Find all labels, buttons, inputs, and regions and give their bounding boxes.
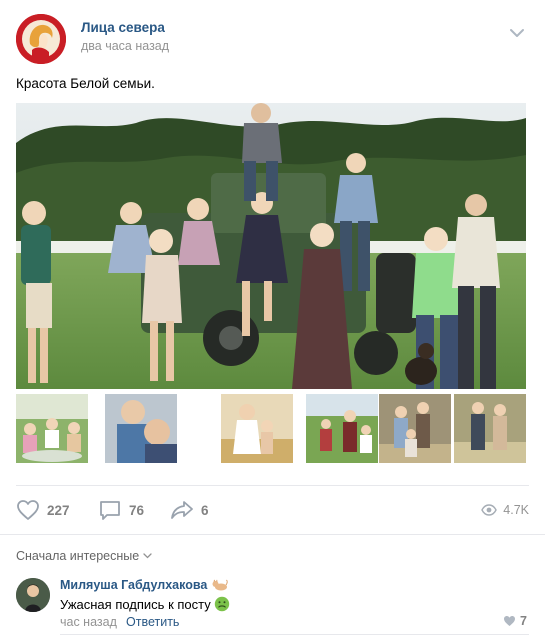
reply-button[interactable]: Ответить — [126, 615, 179, 629]
comment-like-count: 7 — [520, 614, 527, 628]
comment-count: 76 — [129, 502, 145, 518]
photo-thumbnails — [16, 394, 526, 463]
views-count: 4.7K — [503, 503, 529, 517]
post-header: Лица севера два часа назад — [16, 14, 529, 64]
group-name[interactable]: Лица севера — [81, 20, 165, 35]
heart-icon — [17, 500, 39, 520]
comment-author-name: Миляуша Габдулхакова — [60, 578, 208, 592]
share-button[interactable]: 6 — [170, 496, 209, 524]
divider — [16, 485, 529, 486]
thumbnail-photo[interactable] — [221, 394, 293, 463]
views-counter: 4.7K — [481, 496, 529, 524]
sort-label: Сначала интересные — [16, 549, 140, 563]
chevron-down-icon — [143, 553, 152, 559]
comment-like-button[interactable]: 7 — [503, 614, 527, 628]
like-button[interactable]: 227 — [16, 496, 70, 524]
nauseated-face-icon — [214, 596, 229, 612]
thumbnail-photo[interactable] — [454, 394, 526, 463]
thumbnail-photo[interactable] — [306, 394, 378, 463]
comment-timestamp[interactable]: час назад — [60, 615, 117, 629]
chevron-down-icon[interactable] — [509, 26, 525, 40]
cat-icon — [212, 579, 229, 591]
comment-author[interactable]: Миляуша Габдулхакова — [60, 578, 229, 592]
like-count: 227 — [47, 502, 70, 518]
avatar[interactable] — [16, 578, 50, 612]
divider — [60, 634, 529, 635]
comment-body: Ужасная подпись к посту — [60, 596, 211, 612]
post-actions: 227 76 6 4.7K — [16, 496, 529, 524]
comment-icon — [100, 501, 120, 520]
share-count: 6 — [201, 502, 209, 518]
main-photo[interactable] — [16, 103, 526, 389]
share-icon — [171, 501, 193, 519]
thumbnail-photo[interactable] — [16, 394, 88, 463]
group-avatar[interactable] — [16, 14, 66, 64]
post-text: Красота Белой семьи. — [16, 76, 155, 91]
comment-text: Ужасная подпись к посту — [60, 596, 230, 612]
comment-item: Миляуша Габдулхакова Ужасная подпись к п… — [16, 576, 529, 632]
comment-button[interactable]: 76 — [98, 496, 144, 524]
post-timestamp[interactable]: два часа назад — [81, 39, 169, 53]
thumbnail-photo[interactable] — [105, 394, 177, 463]
divider — [0, 534, 545, 535]
eye-icon — [481, 504, 498, 516]
comments-sort-dropdown[interactable]: Сначала интересные — [16, 549, 152, 563]
heart-icon — [504, 616, 516, 626]
thumbnail-photo[interactable] — [379, 394, 451, 463]
